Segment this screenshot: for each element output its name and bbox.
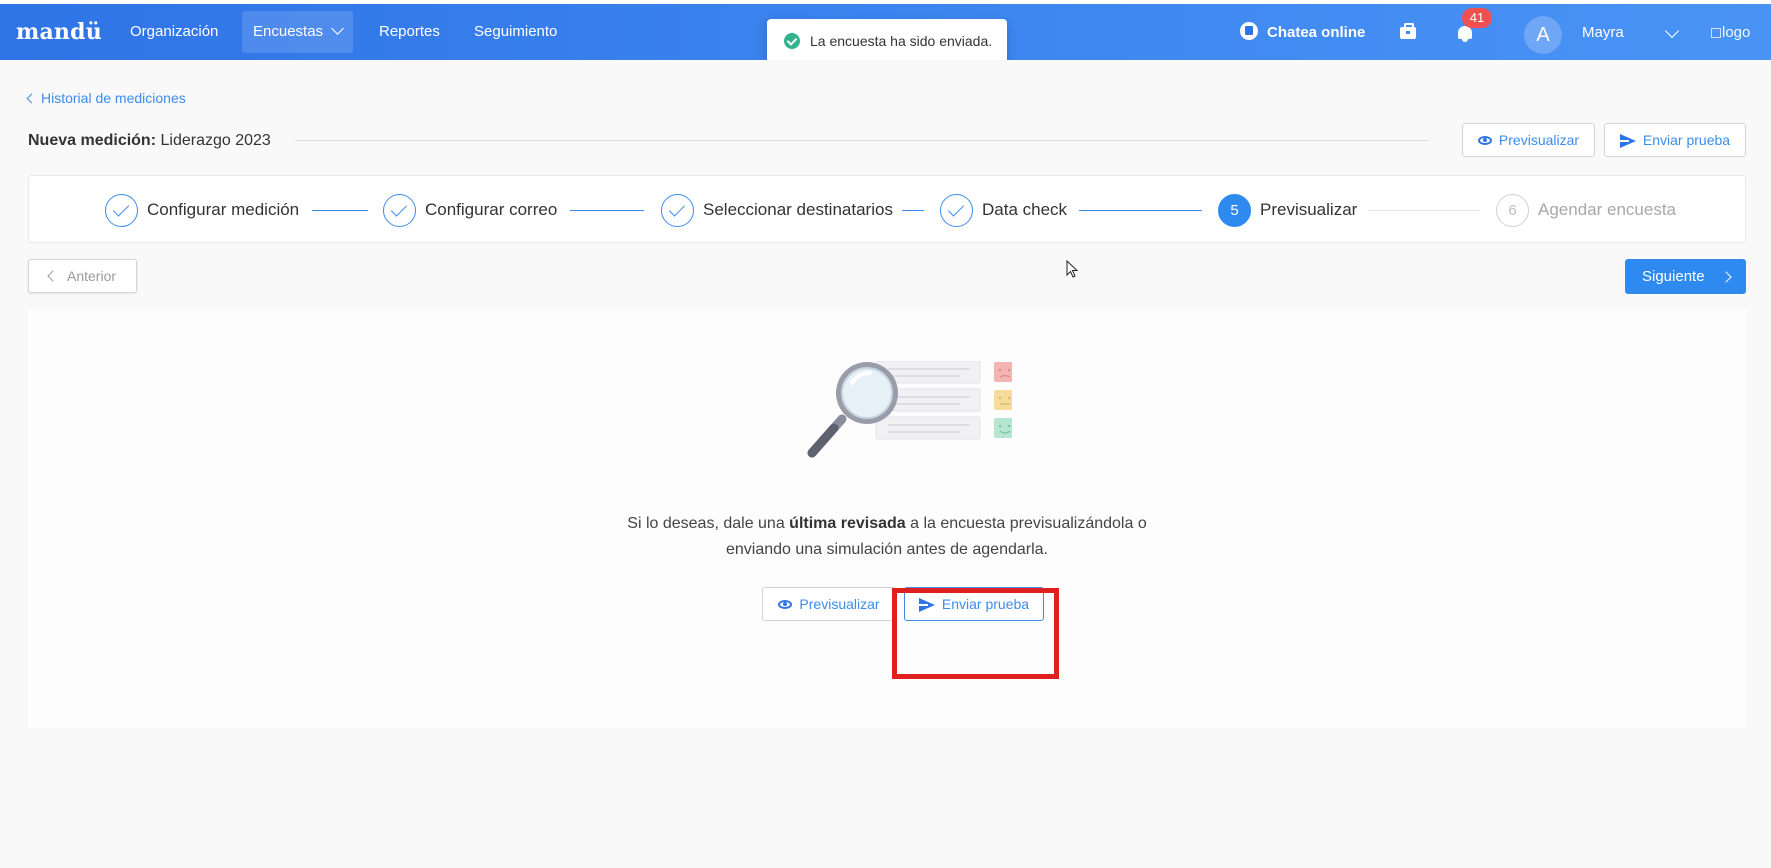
nav-item-encuestas-label: Encuestas — [253, 23, 324, 40]
send-icon — [1619, 134, 1636, 148]
preview-card: Si lo deseas, dale una última revisada a… — [28, 310, 1746, 728]
nav-item-encuestas[interactable]: Encuestas — [242, 11, 354, 53]
page-title-prefix: Nueva medición: — [28, 132, 157, 149]
step-connector — [1368, 210, 1480, 211]
step-label: Data check — [982, 200, 1068, 219]
nav-item-organizacion[interactable]: Organización — [119, 11, 229, 53]
step-connector — [312, 210, 368, 211]
broken-image-icon — [1711, 28, 1721, 38]
breadcrumb-back-link[interactable]: Historial de mediciones — [26, 90, 186, 106]
chat-online-button[interactable]: Chatea online — [1240, 22, 1365, 41]
eye-icon — [778, 600, 793, 609]
next-label: Siguiente — [1642, 268, 1705, 285]
eye-icon — [1477, 136, 1492, 145]
header-send-test-button[interactable]: Enviar prueba — [1604, 123, 1746, 157]
briefcase-icon[interactable] — [1400, 23, 1416, 39]
step-configurar-medicion[interactable]: Configurar medición — [105, 193, 299, 227]
avatar[interactable]: A — [1524, 16, 1562, 54]
chevron-down-icon — [331, 22, 344, 35]
company-logo: logo — [1711, 24, 1750, 41]
toast-message: La encuesta ha sido enviada. — [810, 33, 993, 49]
chevron-left-icon — [47, 270, 59, 282]
step-label: Configurar medición — [147, 200, 300, 219]
preview-button[interactable]: Previsualizar — [762, 587, 896, 621]
previous-button[interactable]: Anterior — [28, 259, 137, 293]
chat-icon — [1240, 22, 1258, 40]
nav-item-reportes[interactable]: Reportes — [368, 11, 451, 53]
step-number-current: 5 — [1218, 193, 1251, 227]
user-menu-chevron-icon[interactable] — [1664, 23, 1680, 39]
review-message: Si lo deseas, dale una última revisada a… — [620, 511, 1154, 563]
user-name[interactable]: Mayra — [1582, 24, 1624, 41]
step-label: Previsualizar — [1260, 200, 1358, 219]
step-connector — [1079, 210, 1202, 211]
page-title-value: Liderazgo 2023 — [160, 132, 271, 149]
chevron-right-icon — [1720, 271, 1732, 283]
page-content: Historial de mediciones Nueva medición: … — [0, 60, 1771, 868]
check-icon — [105, 193, 138, 227]
check-icon — [383, 193, 416, 227]
company-logo-alt: logo — [1722, 24, 1751, 41]
check-icon — [940, 193, 973, 227]
highlight-annotation-box — [892, 588, 1059, 679]
previous-label: Anterior — [67, 268, 117, 284]
chat-online-label: Chatea online — [1267, 24, 1366, 41]
page-title: Nueva medición: Liderazgo 2023 — [28, 132, 271, 150]
header-preview-button[interactable]: Previsualizar — [1462, 123, 1595, 157]
review-message-part1: Si lo deseas, dale una — [627, 515, 790, 532]
success-toast: La encuesta ha sido enviada. — [767, 19, 1007, 63]
step-connector — [902, 210, 924, 211]
header-send-test-label: Enviar prueba — [1642, 132, 1731, 148]
notification-badge: 41 — [1462, 8, 1492, 28]
mouse-cursor-icon — [1066, 260, 1079, 278]
survey-review-illustration — [807, 361, 1012, 458]
step-label: Seleccionar destinatarios — [703, 200, 893, 219]
step-agendar-encuesta[interactable]: 6 Agendar encuesta — [1496, 193, 1676, 227]
header-preview-label: Previsualizar — [1498, 132, 1580, 148]
step-label: Configurar correo — [425, 200, 558, 219]
step-seleccionar-destinatarios[interactable]: Seleccionar destinatarios — [661, 193, 893, 227]
brand-logo[interactable]: mandü — [16, 19, 102, 45]
preview-label: Previsualizar — [799, 596, 880, 612]
breadcrumb-back-label: Historial de mediciones — [41, 90, 186, 106]
check-circle-icon — [784, 33, 800, 49]
nav-item-seguimiento[interactable]: Seguimiento — [463, 11, 568, 53]
step-connector — [570, 210, 644, 211]
progress-stepper: Configurar medición Configurar correo Se… — [28, 175, 1746, 243]
title-divider — [295, 140, 1428, 141]
step-label: Agendar encuesta — [1538, 200, 1676, 219]
chevron-left-icon — [26, 93, 37, 104]
step-configurar-correo[interactable]: Configurar correo — [383, 193, 557, 227]
check-icon — [661, 193, 694, 227]
step-previsualizar[interactable]: 5 Previsualizar — [1218, 193, 1357, 227]
review-message-bold: última revisada — [789, 515, 906, 532]
next-button[interactable]: Siguiente — [1625, 259, 1746, 294]
step-number-pending: 6 — [1496, 193, 1529, 227]
step-data-check[interactable]: Data check — [940, 193, 1067, 227]
